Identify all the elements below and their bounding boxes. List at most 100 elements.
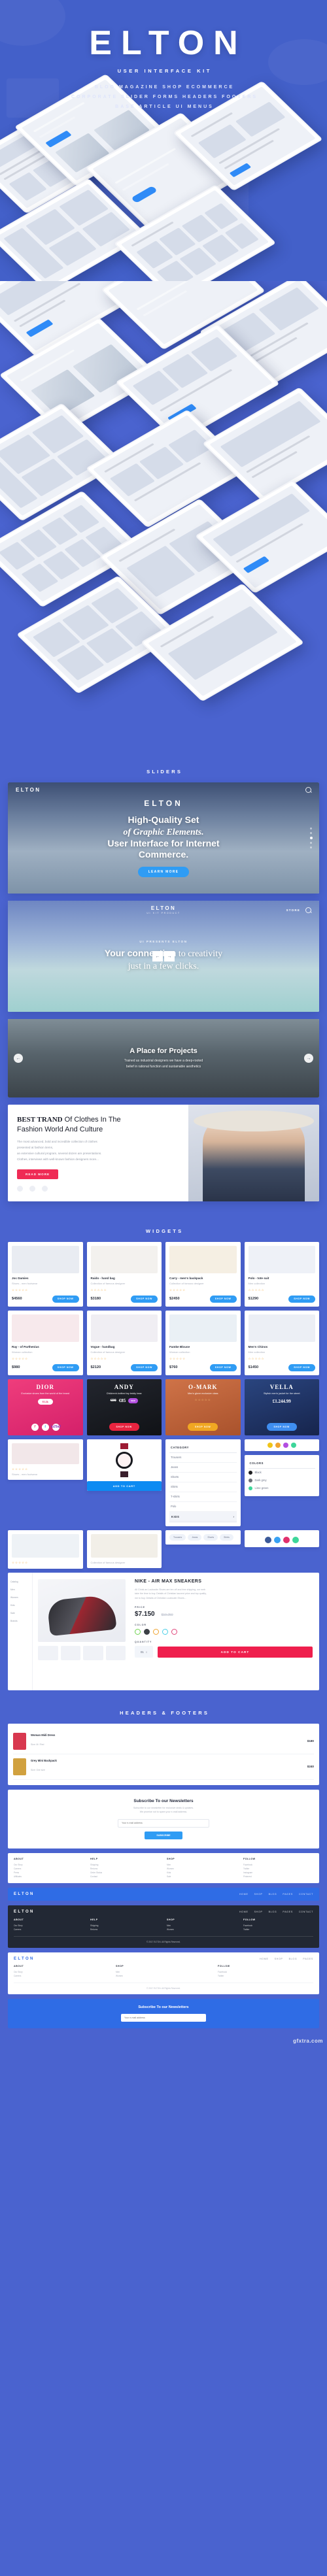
- category-item[interactable]: Shorts: [169, 1473, 237, 1482]
- footer-nav[interactable]: HOME SHOP BLOG PAGES CONTACT: [239, 1911, 313, 1913]
- slider-card-1[interactable]: ELTON ELTON High-Quality Set of Graphic …: [8, 782, 319, 894]
- slider3-prev-arrow[interactable]: ←: [14, 1054, 23, 1063]
- banner-card[interactable]: Collection of famous designer: [86, 1530, 162, 1569]
- color-swatch[interactable]: [162, 1629, 168, 1635]
- shop-now-button[interactable]: SHOP NOW: [288, 1363, 315, 1371]
- instagram-icon[interactable]: [283, 1536, 290, 1543]
- nav-link[interactable]: SHOP: [275, 1958, 283, 1960]
- category-item[interactable]: T-shirts: [169, 1492, 237, 1502]
- tag-chip[interactable]: Trousers: [169, 1533, 186, 1541]
- nav-link[interactable]: SHOP: [254, 1893, 263, 1896]
- newsletter-email-input[interactable]: [118, 1818, 209, 1828]
- add-to-cart-button[interactable]: ADD TO CART: [86, 1480, 162, 1491]
- product-card[interactable]: Joc Damies Shoes - men footwear ☆☆☆☆☆ $4…: [8, 1242, 83, 1307]
- shop-now-button[interactable]: SHOP NOW: [188, 1422, 218, 1431]
- shop-now-button[interactable]: SHOP NOW: [131, 1295, 158, 1303]
- color-swatch[interactable]: [153, 1629, 159, 1635]
- quantity-stepper[interactable]: 01 ↕: [135, 1646, 153, 1658]
- color-option[interactable]: Lime green: [248, 1484, 316, 1492]
- facebook-icon[interactable]: [17, 1186, 23, 1192]
- color-option[interactable]: Black: [248, 1469, 316, 1477]
- slider1-dots[interactable]: [310, 828, 313, 848]
- nav-item[interactable]: Catalog: [10, 1578, 29, 1586]
- product-card[interactable]: Ray - of Parthenius Woman collection ☆☆☆…: [8, 1310, 83, 1375]
- tag-chip[interactable]: Jeans: [188, 1533, 202, 1541]
- category-item-kids[interactable]: KIDS ›: [169, 1511, 237, 1522]
- brand-banner-andy[interactable]: ANDY Children's knitted toy teddy bear €…: [86, 1379, 162, 1435]
- twitter-icon[interactable]: [29, 1186, 35, 1192]
- shop-now-button[interactable]: SHOP NOW: [266, 1422, 297, 1431]
- brand-banner-omark[interactable]: O-MARK Men's glove exclusive class ☆☆☆☆☆…: [165, 1379, 241, 1435]
- social-card[interactable]: [244, 1530, 319, 1547]
- footer-logo[interactable]: ELTON: [14, 1910, 35, 1914]
- product-card[interactable]: Carry - men's backpack Collection of fam…: [165, 1242, 241, 1307]
- facebook-icon[interactable]: f: [31, 1423, 39, 1431]
- footer-nav[interactable]: HOME SHOP BLOG PAGES: [260, 1958, 313, 1960]
- color-swatch-selected[interactable]: [144, 1629, 150, 1635]
- slider2-next-arrow[interactable]: →: [164, 951, 175, 962]
- nav-link[interactable]: HOME: [260, 1958, 269, 1960]
- shop-now-button[interactable]: SHOP NOW: [52, 1295, 79, 1303]
- color-swatches[interactable]: [135, 1629, 313, 1635]
- subscribe-button[interactable]: SUBSCRIBE: [145, 1831, 182, 1839]
- facebook-icon[interactable]: [264, 1536, 271, 1543]
- nav-link[interactable]: PAGES: [303, 1958, 313, 1960]
- shop-now-button[interactable]: SHOP NOW: [288, 1295, 315, 1303]
- nav-link[interactable]: CONTACT: [299, 1893, 313, 1896]
- cart-item[interactable]: Grey Mini Backpack Size: One size $240: [13, 1754, 314, 1780]
- slider2-prev-arrow[interactable]: ←: [152, 951, 163, 962]
- brand-banner-dior[interactable]: DIOR Exclusive shoes from the world of t…: [8, 1379, 83, 1435]
- tag-chip[interactable]: Shorts: [203, 1533, 218, 1541]
- tag-card[interactable]: Trousers Jeans Shorts Shirts: [165, 1530, 241, 1545]
- thumbnail[interactable]: [83, 1645, 103, 1660]
- nav-item[interactable]: Brands: [10, 1617, 29, 1625]
- nav-item[interactable]: Women: [10, 1594, 29, 1601]
- footer-nav[interactable]: HOME SHOP BLOG PAGES CONTACT: [239, 1893, 313, 1896]
- instagram-icon[interactable]: \u25a2: [50, 1423, 61, 1431]
- slider3-next-arrow[interactable]: →: [304, 1054, 313, 1063]
- nav-link[interactable]: SHOP: [254, 1911, 263, 1913]
- product-card[interactable]: Vogue - handbag Collection of famous des…: [86, 1310, 162, 1375]
- slider-dot[interactable]: [310, 846, 312, 848]
- nav-link[interactable]: HOME: [239, 1911, 249, 1913]
- shop-now-button[interactable]: SHOP NOW: [131, 1363, 158, 1371]
- color-swatch[interactable]: [171, 1629, 177, 1635]
- product-card[interactable]: Famke Blouse Woman collection ☆☆☆☆☆ $760…: [165, 1310, 241, 1375]
- stepper-arrows-icon[interactable]: ↕: [146, 1650, 147, 1654]
- slider-card-2[interactable]: ELTON UI KIT PRODUCT STORE UI PRESENTS E…: [8, 901, 319, 1012]
- cart-item[interactable]: Woman Midi Dress Size: M / Red $180: [13, 1729, 314, 1754]
- learn-more-button[interactable]: LEARN MORE: [137, 866, 190, 877]
- footer-logo[interactable]: ELTON: [14, 1892, 35, 1896]
- shop-now-button[interactable]: SHOP NOW: [52, 1363, 79, 1371]
- color-swatch[interactable]: [135, 1629, 141, 1635]
- product-card[interactable]: Polo - tote suit Men collection ☆☆☆☆☆ $1…: [244, 1242, 319, 1307]
- whatsapp-icon[interactable]: [292, 1536, 299, 1543]
- watch-widget[interactable]: ADD TO CART: [86, 1439, 162, 1491]
- category-filter-widget[interactable]: CATEGORY Trousers Jeans Shorts Shirts T-…: [165, 1439, 241, 1526]
- nav-link[interactable]: BLOG: [269, 1911, 277, 1913]
- read-more-button[interactable]: READ MORE: [17, 1169, 59, 1180]
- slider-dot[interactable]: [310, 842, 312, 844]
- product-thumbnails[interactable]: [38, 1645, 126, 1660]
- footer-logo[interactable]: ELTON: [14, 1957, 35, 1961]
- thumbnail[interactable]: [38, 1645, 58, 1660]
- color-filter-widget[interactable]: COLORS Black Dark grey Lime green: [244, 1454, 319, 1496]
- nav-link[interactable]: CONTACT: [299, 1911, 313, 1913]
- slider-card-3[interactable]: A Place for Projects Trained as industri…: [8, 1019, 319, 1097]
- shoe-card[interactable]: ☆☆☆☆☆: [8, 1530, 83, 1569]
- shop-now-button[interactable]: SHOP NOW: [209, 1295, 237, 1303]
- nav-link[interactable]: BLOG: [269, 1893, 277, 1896]
- thumbnail[interactable]: [105, 1645, 126, 1660]
- tag-chip[interactable]: Shirts: [220, 1533, 233, 1541]
- nav-link[interactable]: BLOG: [289, 1958, 298, 1960]
- slider-dot[interactable]: [310, 832, 312, 834]
- add-to-cart-button[interactable]: ADD TO CART: [158, 1646, 313, 1658]
- shop-now-button[interactable]: SHOP NOW: [109, 1422, 139, 1431]
- slider-dot[interactable]: [310, 828, 312, 829]
- nav-item[interactable]: Men: [10, 1586, 29, 1594]
- category-item[interactable]: Polo: [169, 1502, 237, 1512]
- review-widget[interactable]: ☆☆☆☆☆ Shoes - men footwear: [8, 1439, 83, 1480]
- instagram-icon[interactable]: [42, 1186, 48, 1192]
- product-card[interactable]: Men's Chinos Men collection ☆☆☆☆☆ $1450 …: [244, 1310, 319, 1375]
- emoji-widget[interactable]: [244, 1439, 319, 1451]
